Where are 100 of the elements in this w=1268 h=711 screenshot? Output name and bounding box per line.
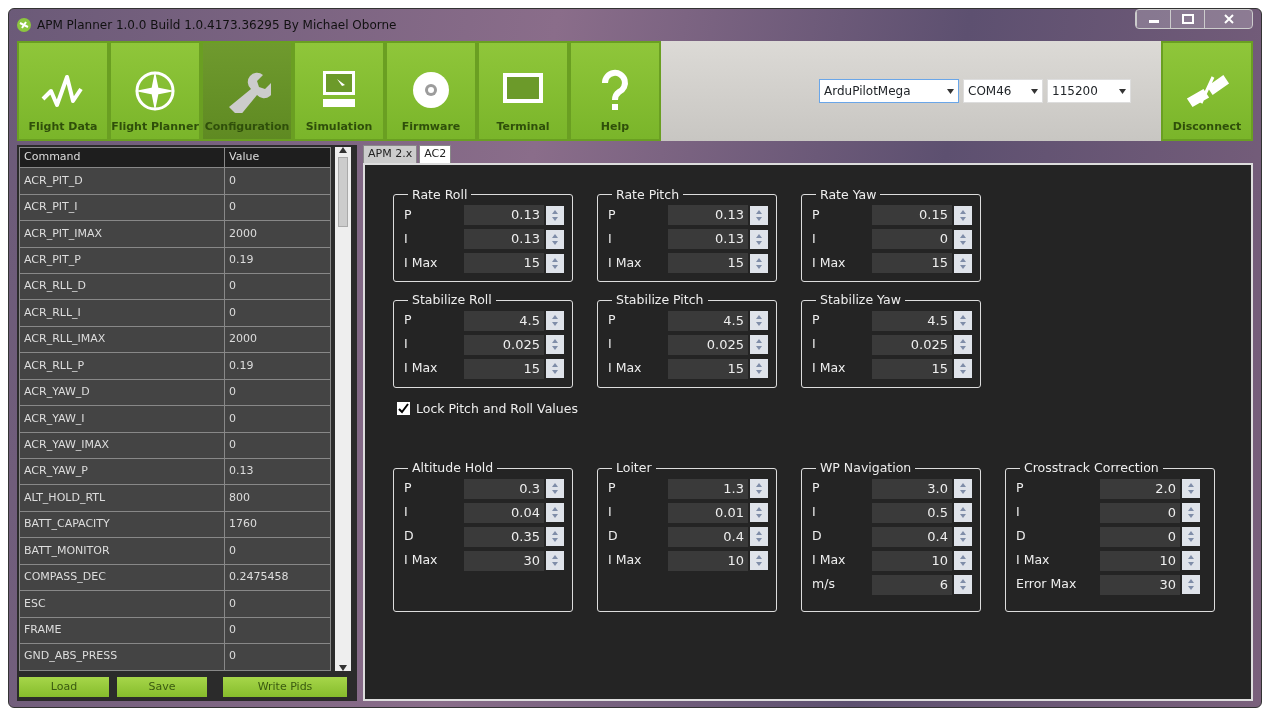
spinner-icon[interactable] xyxy=(1182,551,1200,571)
spinner-icon[interactable] xyxy=(954,479,972,499)
number-field[interactable]: 0.13 xyxy=(668,229,748,249)
disconnect-button[interactable]: Disconnect xyxy=(1161,41,1253,141)
spinner-icon[interactable] xyxy=(750,205,768,225)
number-field[interactable]: 0.3 xyxy=(464,478,544,499)
toolbar-button[interactable]: Simulation xyxy=(293,41,385,141)
number-field[interactable]: 10 xyxy=(1100,550,1180,571)
spinner-icon[interactable] xyxy=(954,253,972,273)
number-field[interactable]: 0 xyxy=(872,229,952,249)
number-field[interactable]: 15 xyxy=(872,253,952,273)
close-button[interactable] xyxy=(1204,10,1252,28)
number-field[interactable]: 15 xyxy=(464,253,544,273)
field-label: P xyxy=(1016,479,1025,498)
column-header[interactable]: Value xyxy=(224,147,331,168)
number-field[interactable]: 0.025 xyxy=(668,334,748,355)
caret-icon xyxy=(1119,88,1126,94)
spinner-icon[interactable] xyxy=(546,503,564,523)
number-field[interactable]: 15 xyxy=(668,358,748,379)
save-button[interactable]: Save xyxy=(117,676,207,697)
tab[interactable]: APM 2.x xyxy=(363,145,418,163)
toolbar-button[interactable]: Flight Data xyxy=(17,41,109,141)
group-title: Stabilize Roll xyxy=(411,294,493,307)
toolbar-button[interactable]: Help xyxy=(569,41,661,141)
number-field[interactable]: 4.5 xyxy=(464,310,544,331)
number-field[interactable]: 2.0 xyxy=(1100,478,1180,499)
number-field[interactable]: 0 xyxy=(1100,526,1180,547)
spinner-icon[interactable] xyxy=(546,205,564,225)
table-cell: 0 xyxy=(224,299,331,327)
number-field[interactable]: 0.5 xyxy=(872,502,952,523)
number-field[interactable]: 1.3 xyxy=(668,478,748,499)
checkbox[interactable] xyxy=(397,402,410,416)
spinner-icon[interactable] xyxy=(954,551,972,571)
field-label: I Max xyxy=(1016,551,1051,570)
number-field[interactable]: 30 xyxy=(464,550,544,571)
number-field[interactable]: 0.01 xyxy=(668,502,748,523)
number-field[interactable]: 30 xyxy=(1100,574,1180,595)
spinner-icon[interactable] xyxy=(1182,527,1200,547)
number-field[interactable]: 15 xyxy=(668,253,748,273)
table-cell: 0 xyxy=(224,405,331,433)
spinner-icon[interactable] xyxy=(546,527,564,547)
toolbar-button[interactable]: Terminal xyxy=(477,41,569,141)
number-field[interactable]: 0.04 xyxy=(464,502,544,523)
board-select[interactable]: ArduPilotMega xyxy=(819,79,959,103)
tab[interactable]: AC2 xyxy=(419,145,452,163)
spinner-icon[interactable] xyxy=(954,503,972,523)
number-field[interactable]: 0.025 xyxy=(464,334,544,355)
spinner-icon[interactable] xyxy=(750,479,768,499)
table-cell: 0 xyxy=(224,432,331,459)
number-field[interactable]: 0.13 xyxy=(464,205,544,225)
table-cell: 0 xyxy=(224,617,331,644)
spinner-icon[interactable] xyxy=(1182,575,1200,595)
number-field[interactable]: 0.025 xyxy=(872,334,952,355)
port-select[interactable]: COM46 xyxy=(963,79,1043,103)
number-field[interactable]: 15 xyxy=(464,358,544,379)
number-field[interactable]: 10 xyxy=(668,550,748,571)
number-field[interactable]: 0.13 xyxy=(464,229,544,249)
spinner-icon[interactable] xyxy=(546,479,564,499)
spinner-icon[interactable] xyxy=(546,551,564,571)
number-field[interactable]: 0.4 xyxy=(872,526,952,547)
spinner-icon[interactable] xyxy=(750,229,768,249)
number-field[interactable]: 0 xyxy=(1100,502,1180,523)
number-field[interactable]: 4.5 xyxy=(668,310,748,331)
toolbar-button[interactable]: Firmware xyxy=(385,41,477,141)
spinner-icon[interactable] xyxy=(546,253,564,273)
load-button[interactable]: Load xyxy=(19,676,109,697)
number-field[interactable]: 6 xyxy=(872,574,952,595)
spinner-icon[interactable] xyxy=(750,527,768,547)
write-button[interactable]: Write Pids xyxy=(223,676,347,697)
toolbar-button[interactable]: Flight Planner xyxy=(109,41,201,141)
spinner-icon[interactable] xyxy=(954,229,972,249)
spinner-icon[interactable] xyxy=(750,503,768,523)
spinner-icon[interactable] xyxy=(1182,479,1200,499)
column-header[interactable]: Command xyxy=(19,147,225,168)
scroll-thumb[interactable] xyxy=(338,157,348,227)
number-field[interactable]: 0.4 xyxy=(668,526,748,547)
scroll-up-icon[interactable] xyxy=(339,147,347,153)
number-field[interactable]: 3.0 xyxy=(872,478,952,499)
spinner-icon[interactable] xyxy=(546,229,564,249)
scroll-down-icon[interactable] xyxy=(339,664,347,671)
number-field[interactable]: 10 xyxy=(872,550,952,571)
spinner-icon[interactable] xyxy=(954,527,972,547)
number-field[interactable]: 4.5 xyxy=(872,310,952,331)
scrollbar[interactable] xyxy=(335,147,351,671)
minimize-button[interactable] xyxy=(1136,10,1170,28)
spinner-icon[interactable] xyxy=(954,575,972,595)
number-field[interactable]: 0.15 xyxy=(872,205,952,225)
table-cell: 0.19 xyxy=(224,352,331,380)
spinner-icon[interactable] xyxy=(750,551,768,571)
spinner-icon[interactable] xyxy=(1182,503,1200,523)
maximize-button[interactable] xyxy=(1170,10,1204,28)
group-title: Loiter xyxy=(615,462,653,475)
spinner-icon[interactable] xyxy=(954,205,972,225)
baud-select[interactable]: 115200 xyxy=(1047,79,1131,103)
field-label: I Max xyxy=(404,551,439,570)
number-field[interactable]: 0.13 xyxy=(668,205,748,225)
spinner-icon[interactable] xyxy=(750,253,768,273)
number-field[interactable]: 15 xyxy=(872,358,952,379)
number-field[interactable]: 0.35 xyxy=(464,526,544,547)
table-cell: ACR_PIT_D xyxy=(19,167,225,195)
